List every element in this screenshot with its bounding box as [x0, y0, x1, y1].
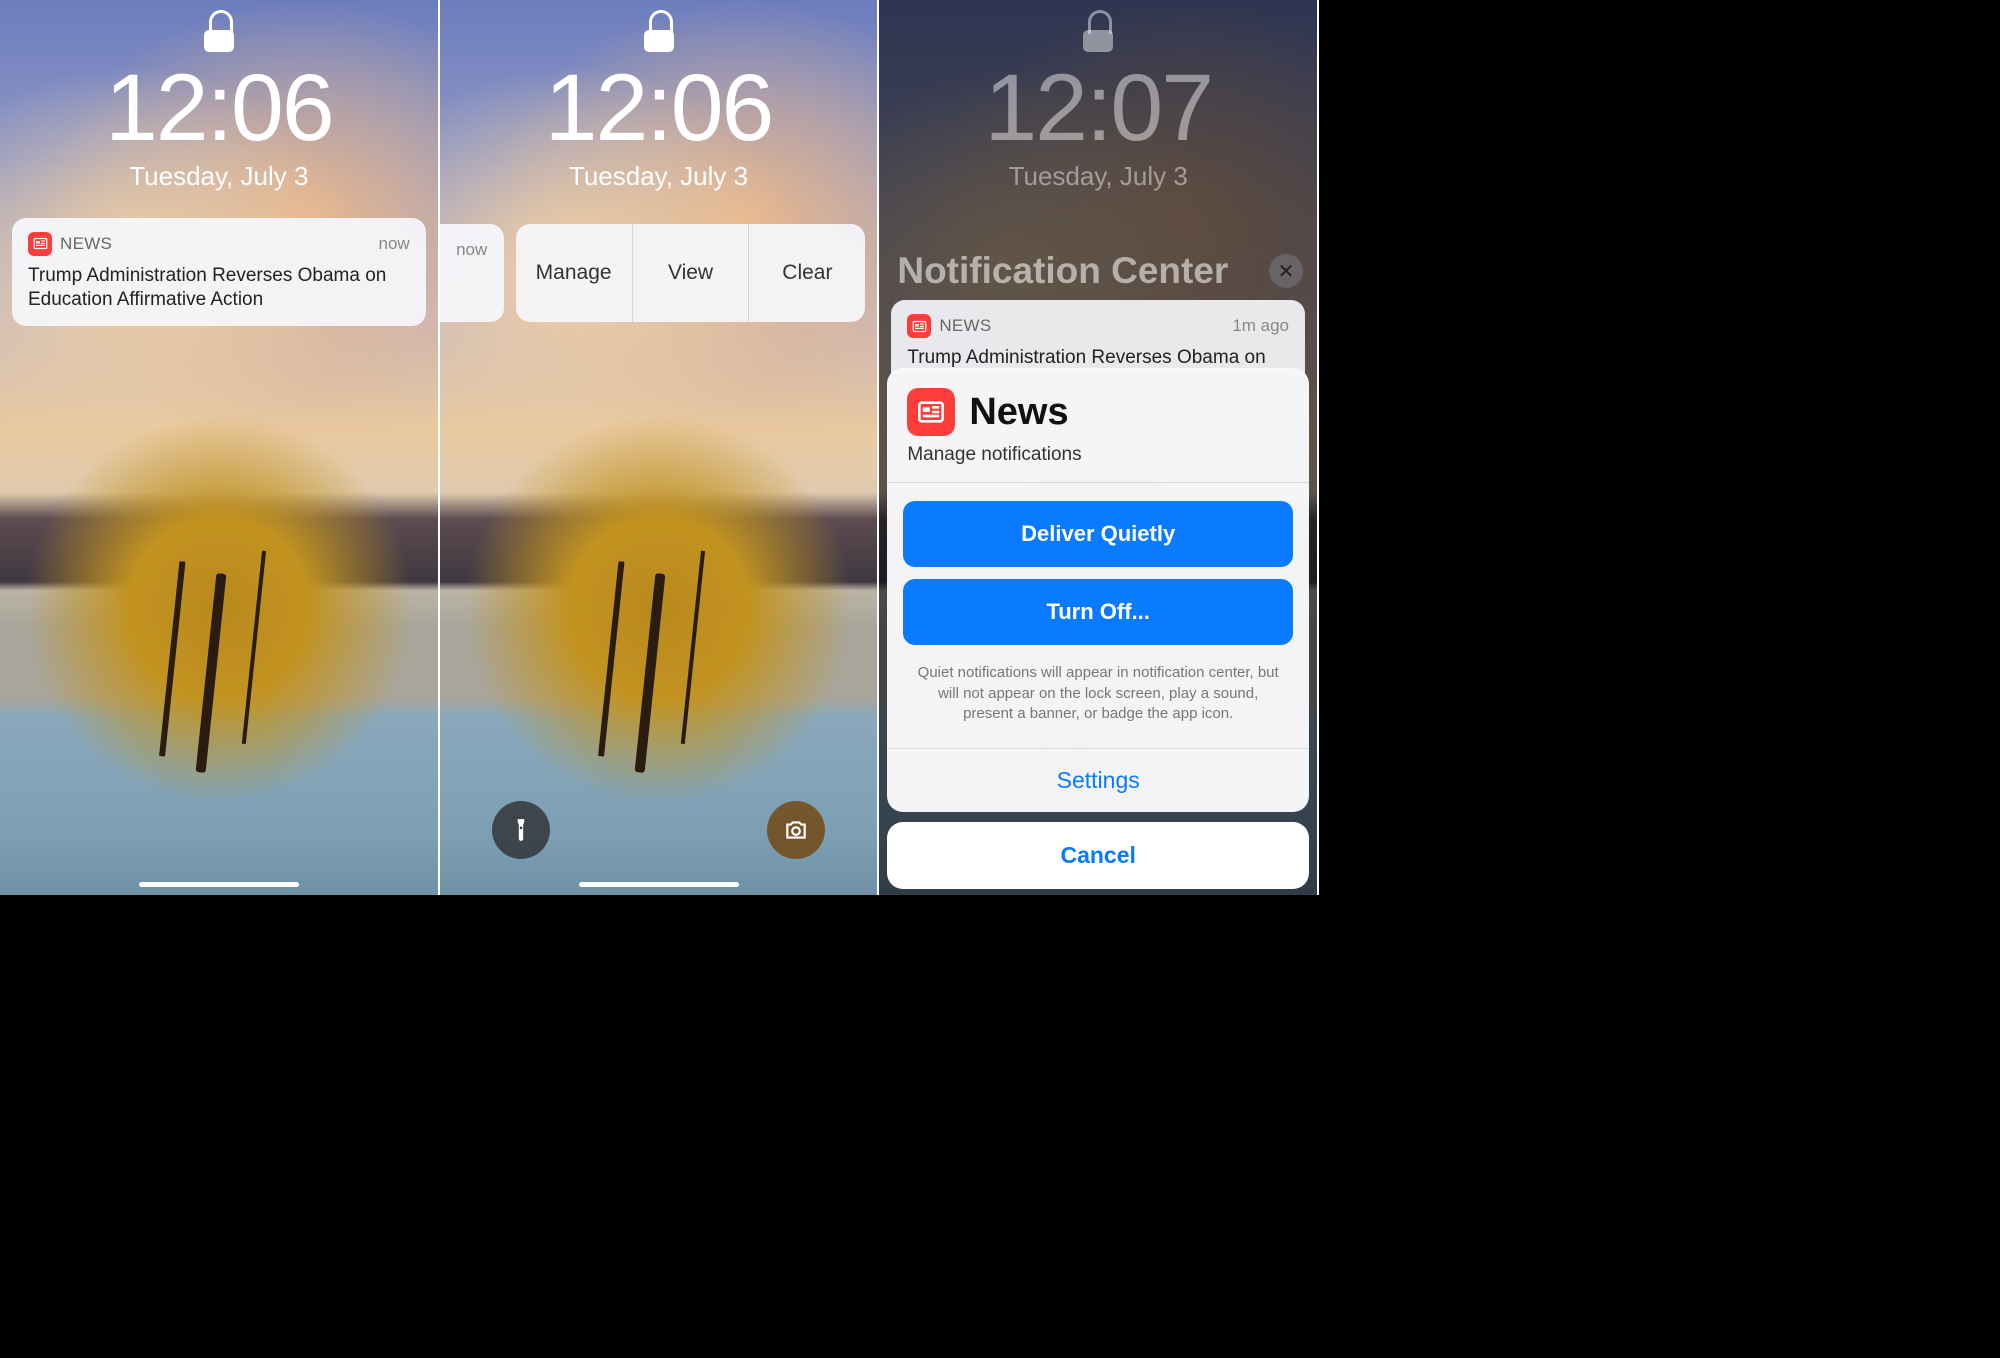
notification-time: now: [378, 234, 409, 254]
clock-date: Tuesday, July 3: [879, 161, 1317, 192]
notification-actions: Manage View Clear: [516, 224, 866, 322]
lockscreen-notification-swiped: 12:06 Tuesday, July 3 now Manage View Cl…: [440, 0, 880, 895]
unlock-icon: [642, 10, 676, 54]
home-indicator[interactable]: [579, 882, 739, 887]
sheet-subtitle: Manage notifications: [887, 444, 1309, 482]
clock-date: Tuesday, July 3: [0, 161, 438, 192]
settings-link[interactable]: Settings: [887, 748, 1309, 812]
notification-card[interactable]: NEWS now Trump Administration Reverses O…: [12, 218, 426, 327]
clock-date: Tuesday, July 3: [440, 161, 878, 192]
flashlight-icon: [508, 817, 534, 843]
notification-time: now: [456, 240, 487, 260]
notification-card[interactable]: NEWS 1m ago Trump Administration Reverse…: [891, 300, 1305, 374]
turn-off-button[interactable]: Turn Off...: [903, 579, 1293, 645]
manage-button[interactable]: Manage: [516, 224, 633, 322]
notification-manage-sheet-screen: 12:07 Tuesday, July 3 Notification Cente…: [879, 0, 1319, 895]
notification-time: 1m ago: [1232, 316, 1289, 336]
notification-center-title: Notification Center: [897, 250, 1228, 292]
clock-time: 12:06: [440, 59, 878, 159]
clock-time: 12:06: [0, 59, 438, 159]
camera-icon: [783, 817, 809, 843]
notification-card-sliver[interactable]: now: [440, 224, 504, 322]
notification-app-name: NEWS: [939, 316, 991, 336]
deliver-quietly-button[interactable]: Deliver Quietly: [903, 501, 1293, 567]
notification-center-close-button[interactable]: ✕: [1269, 254, 1303, 288]
camera-button[interactable]: [767, 801, 825, 859]
unlock-icon: [202, 10, 236, 54]
news-app-icon: [907, 388, 955, 436]
flashlight-button[interactable]: [492, 801, 550, 859]
notification-body: Trump Administration Reverses Obama on E…: [28, 264, 410, 313]
unlock-icon: [1081, 10, 1115, 54]
close-icon: ✕: [1278, 259, 1295, 284]
cancel-button[interactable]: Cancel: [887, 822, 1309, 889]
sheet-description: Quiet notifications will appear in notif…: [903, 657, 1293, 744]
news-app-icon: [907, 314, 931, 338]
home-indicator[interactable]: [139, 882, 299, 887]
lockscreen-default: 12:06 Tuesday, July 3 NEWS now Trump Adm…: [0, 0, 440, 895]
manage-sheet: News Manage notifications Deliver Quietl…: [887, 368, 1309, 895]
news-app-icon: [28, 232, 52, 256]
notification-app-name: NEWS: [60, 234, 112, 254]
clear-button[interactable]: Clear: [749, 224, 865, 322]
sheet-app-name: News: [969, 393, 1068, 431]
clock-time: 12:07: [879, 59, 1317, 159]
notification-body: Trump Administration Reverses Obama on: [907, 346, 1289, 370]
view-button[interactable]: View: [633, 224, 750, 322]
